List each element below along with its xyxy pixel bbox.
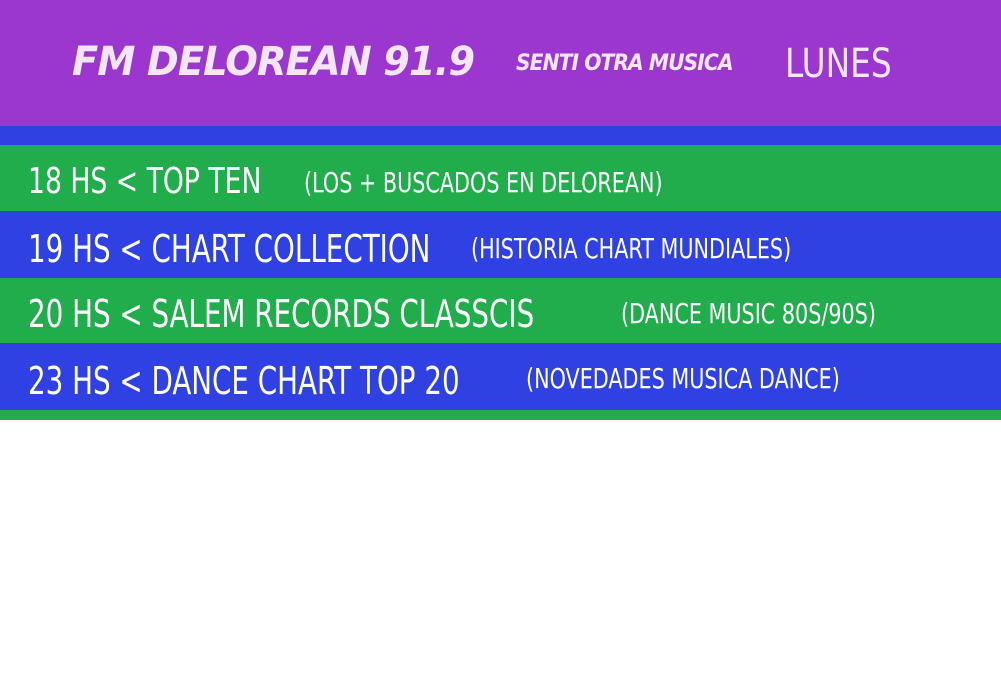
schedule-slot: 18 HS < TOP TEN — [28, 161, 262, 202]
schedule-note: (HISTORIA CHART MUNDIALES) — [471, 232, 792, 265]
schedule-slot: 19 HS < CHART COLLECTION — [28, 227, 431, 271]
bottom-strip — [0, 410, 1001, 420]
schedule-note: (LOS + BUSCADOS EN DELOREAN) — [304, 166, 663, 199]
schedule-row: 18 HS < TOP TEN (LOS + BUSCADOS EN DELOR… — [0, 145, 1001, 211]
schedule-slot: 23 HS < DANCE CHART TOP 20 — [28, 359, 460, 403]
divider-strip — [0, 126, 1001, 145]
station-brand: FM DELOREAN 91.9 — [72, 39, 475, 85]
day-label: LUNES — [785, 41, 892, 87]
schedule-note: (DANCE MUSIC 80S/90S) — [621, 297, 876, 330]
schedule-note: (NOVEDADES MUSICA DANCE) — [526, 362, 840, 395]
schedule-row: 19 HS < CHART COLLECTION (HISTORIA CHART… — [0, 211, 1001, 278]
schedule-banner: FM DELOREAN 91.9 SENTI OTRA MUSICA LUNES… — [0, 0, 1001, 420]
station-slogan: SENTI OTRA MUSICA — [516, 51, 734, 76]
schedule-row: 23 HS < DANCE CHART TOP 20 (NOVEDADES MU… — [0, 343, 1001, 410]
header-bar: FM DELOREAN 91.9 SENTI OTRA MUSICA LUNES — [0, 0, 1001, 126]
schedule-row: 20 HS < SALEM RECORDS CLASSCIS (DANCE MU… — [0, 278, 1001, 343]
schedule-slot: 20 HS < SALEM RECORDS CLASSCIS — [28, 292, 535, 336]
